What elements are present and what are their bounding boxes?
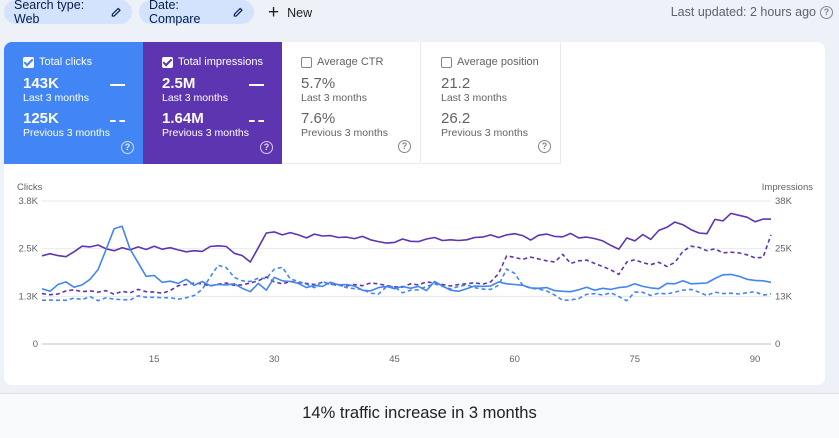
- date-filter-label: Date: Compare: [149, 0, 201, 26]
- metric-label: Average position: [457, 56, 539, 68]
- y-tick-label-left: 3.8K: [18, 196, 38, 207]
- y-tick-label-left: 1.3K: [18, 291, 38, 302]
- metric-card-average-position[interactable]: Average position 21.2 Last 3 months 26.2…: [422, 42, 561, 164]
- help-icon[interactable]: ?: [260, 141, 273, 154]
- x-tick-label: 15: [149, 354, 160, 365]
- last-updated-text: Last updated: 2 hours ago: [670, 5, 816, 19]
- filter-bar: Search type: Web Date: Compare + New Las…: [0, 0, 839, 26]
- help-icon[interactable]: ?: [398, 140, 411, 153]
- metric-period: Last 3 months: [301, 92, 367, 104]
- y-tick-label-right: 0: [775, 339, 780, 350]
- metric-card-average-ctr[interactable]: Average CTR 5.7% Last 3 months 7.6% Prev…: [282, 42, 421, 164]
- metric-period: Last 3 months: [23, 92, 89, 104]
- metric-value: 2.5M: [162, 75, 196, 92]
- plus-icon: +: [268, 2, 280, 23]
- date-filter-chip[interactable]: Date: Compare: [139, 0, 254, 26]
- search-type-label: Search type: Web: [14, 0, 85, 26]
- search-type-filter-chip[interactable]: Search type: Web: [4, 0, 132, 26]
- metric-label: Average CTR: [317, 56, 384, 68]
- checkbox-checked-icon[interactable]: [23, 56, 34, 68]
- performance-chart: Clicks Impressions 0 0 1.3K 13K 2.5K 25K 3.8K 3…: [4, 172, 825, 385]
- series-line-clicks-previous: [41, 264, 772, 302]
- x-tick-label: 60: [509, 354, 520, 365]
- metric-label: Total impressions: [178, 56, 263, 68]
- solid-line-legend-icon: [249, 84, 264, 86]
- metric-compare-period: Previous 3 months: [162, 127, 249, 139]
- help-icon[interactable]: ?: [538, 140, 551, 153]
- x-tick-label: 45: [389, 354, 400, 365]
- metric-label: Total clicks: [39, 56, 93, 68]
- edit-pencil-icon: [233, 7, 244, 17]
- dashed-line-legend-icon: [110, 120, 125, 122]
- checkbox-unchecked-icon[interactable]: [441, 56, 452, 68]
- metric-value: 5.7%: [301, 75, 336, 92]
- performance-card: Total clicks 143K Last 3 months 125K Pre…: [4, 42, 825, 385]
- metric-card-total-clicks[interactable]: Total clicks 143K Last 3 months 125K Pre…: [4, 42, 143, 164]
- solid-line-legend-icon: [110, 84, 125, 86]
- metric-period: Last 3 months: [162, 92, 228, 104]
- x-tick-label: 75: [630, 354, 641, 365]
- line-chart-svg: 0 0 1.3K 13K 2.5K 25K 3.8K 38K 15 30 45 60 75 90: [18, 196, 793, 365]
- metric-card-total-impressions[interactable]: Total impressions 2.5M Last 3 months 1.6…: [143, 42, 282, 164]
- series-line-impressions-previous: [41, 234, 772, 296]
- edit-pencil-icon: [111, 7, 122, 17]
- caption-bar: 14% traffic increase in 3 months: [0, 393, 839, 438]
- new-filter-label: New: [287, 6, 313, 20]
- y-tick-label-left: 0: [33, 339, 38, 350]
- new-filter-button[interactable]: + New: [268, 3, 312, 23]
- metric-compare-period: Previous 3 months: [23, 127, 110, 139]
- metric-compare-period: Previous 3 months: [441, 127, 528, 139]
- series-line-impressions-current: [41, 212, 771, 263]
- y-tick-label-left: 2.5K: [18, 244, 38, 255]
- dashed-line-legend-icon: [249, 120, 264, 122]
- x-tick-label: 30: [269, 354, 280, 365]
- checkbox-unchecked-icon[interactable]: [301, 56, 312, 68]
- last-updated: Last updated: 2 hours ago ?: [671, 5, 833, 19]
- metric-value: 21.2: [441, 75, 471, 92]
- series-line-clicks-current: [41, 225, 772, 293]
- metric-compare-value: 1.64M: [162, 110, 204, 127]
- help-icon[interactable]: ?: [820, 5, 833, 19]
- y-tick-label-right: 25K: [775, 244, 793, 255]
- help-icon[interactable]: ?: [121, 141, 134, 154]
- metric-value: 143K: [23, 75, 59, 92]
- metric-compare-value: 125K: [23, 110, 59, 127]
- x-tick-label: 90: [750, 354, 761, 365]
- y-tick-label-right: 38K: [775, 196, 793, 207]
- metric-compare-value: 7.6%: [301, 110, 336, 127]
- caption-text: 14% traffic increase in 3 months: [302, 404, 537, 422]
- metric-compare-period: Previous 3 months: [301, 127, 388, 139]
- y-tick-label-right: 13K: [775, 291, 793, 302]
- metric-period: Last 3 months: [441, 92, 507, 104]
- checkbox-checked-icon[interactable]: [162, 56, 173, 68]
- metric-compare-value: 26.2: [441, 110, 471, 127]
